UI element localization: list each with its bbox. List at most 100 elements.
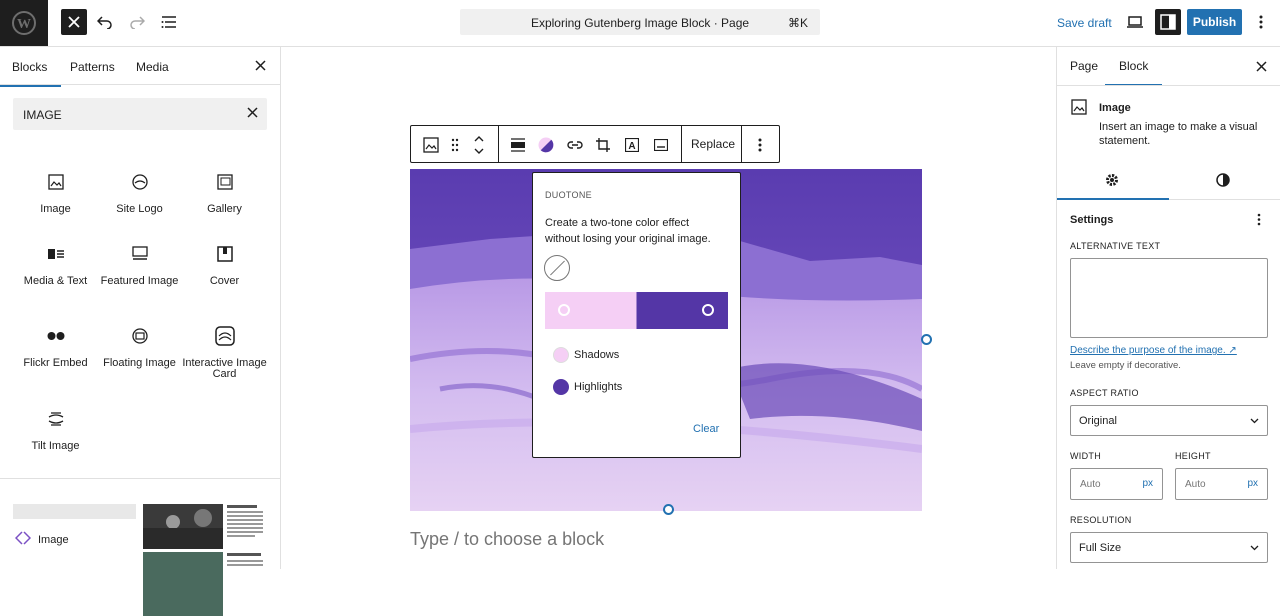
block-item-media-text[interactable]: Media & Text [13,242,98,287]
shadows-label[interactable]: Shadows [574,349,619,361]
block-item-image[interactable]: Image [13,170,98,215]
tab-page[interactable]: Page [1070,59,1098,73]
block-label: Cover [209,275,240,287]
close-icon[interactable] [255,59,266,74]
duotone-heading: DUOTONE [545,190,592,200]
block-appender-placeholder[interactable]: Type / to choose a block [410,529,604,550]
block-item-floating-image[interactable]: Floating Image [97,324,182,369]
resolution-label: RESOLUTION [1070,515,1132,525]
command-palette-button[interactable]: Exploring Gutenberg Image Block · Page ⌘… [460,9,820,35]
tab-media[interactable]: Media [136,60,169,74]
block-label: Featured Image [100,275,179,287]
alt-text-help-link[interactable]: Describe the purpose of the image. ↗ [1070,345,1237,356]
options-more-icon[interactable] [1248,9,1274,35]
styles-icon[interactable] [1216,173,1230,190]
more-options-icon[interactable] [750,135,770,155]
unset-duotone-button[interactable] [544,255,570,281]
pattern-category-label[interactable]: Image [38,534,69,546]
block-item-gallery[interactable]: Gallery [182,170,267,215]
svg-text:A: A [628,141,635,152]
close-inserter-icon[interactable] [61,9,87,35]
editor-canvas: A Replace DUOTONE Create a two-tone colo… [281,47,1056,569]
search-value: IMAGE [23,108,62,122]
media-text-icon [13,242,98,266]
width-input[interactable]: Auto px [1070,468,1163,500]
tab-block[interactable]: Block [1104,59,1163,86]
save-draft-button[interactable]: Save draft [1057,16,1112,30]
block-item-cover[interactable]: Cover [182,242,267,287]
crop-icon[interactable] [593,135,613,155]
shadow-stop-handle[interactable] [558,304,570,316]
tab-blocks[interactable]: Blocks [0,60,62,87]
pattern-preview-thumbnail[interactable] [143,504,267,616]
align-icon[interactable] [508,135,528,155]
block-label: Media & Text [23,275,88,287]
block-item-featured-image[interactable]: Featured Image [97,242,182,287]
alt-text-hint: Leave empty if decorative. [1070,360,1181,371]
width-unit[interactable]: px [1142,478,1153,489]
highlight-stop-handle[interactable] [702,304,714,316]
clear-search-icon[interactable] [247,106,258,121]
site-logo-icon [97,170,182,194]
shortcut-hint: ⌘K [787,16,808,30]
clear-button[interactable]: Clear [693,423,719,435]
floating-image-icon [97,324,182,348]
svg-text:W: W [17,17,31,32]
gallery-icon [182,170,267,194]
resolution-value: Full Size [1079,542,1122,554]
chevron-down-icon [1250,542,1259,554]
publish-button[interactable]: Publish [1187,9,1242,35]
close-icon[interactable] [1256,60,1267,75]
highlights-swatch[interactable] [553,379,569,395]
resize-handle-bottom[interactable] [663,504,674,515]
wordpress-logo-icon[interactable]: W [0,0,48,46]
caption-icon[interactable] [651,135,671,155]
image-icon[interactable] [421,135,441,155]
aspect-ratio-value: Original [1079,415,1117,427]
block-label: Flickr Embed [23,357,88,369]
block-label: Gallery [207,203,242,215]
redo-icon[interactable] [124,9,150,35]
toolbar-separator [741,126,742,162]
resize-handle-right[interactable] [921,334,932,345]
featured-image-icon [97,242,182,266]
block-toolbar: A Replace [410,125,780,163]
undo-icon[interactable] [92,9,118,35]
block-card-description: Insert an image to make a visual stateme… [1099,121,1258,147]
preview-icon[interactable] [1122,9,1148,35]
settings-toggle-icon[interactable] [1155,9,1181,35]
aspect-ratio-select[interactable]: Original [1070,405,1268,436]
alt-text-textarea[interactable] [1070,258,1268,338]
replace-button[interactable]: Replace [691,137,735,151]
height-input[interactable]: Auto px [1175,468,1268,500]
block-label: Interactive Image Card [182,357,267,380]
move-up-down-icon[interactable] [469,135,489,155]
block-label: Tilt Image [31,440,80,452]
block-item-site-logo[interactable]: Site Logo [97,170,182,215]
settings-heading[interactable]: Settings [1070,214,1113,226]
drag-handle-icon[interactable] [445,135,465,155]
flickr-icon [13,324,98,348]
block-item-tilt-image[interactable]: Tilt Image [13,407,98,452]
more-options-icon[interactable] [1257,213,1261,229]
block-card-title: Image [1099,102,1131,114]
shadows-swatch[interactable] [553,347,569,363]
duotone-gradient-picker[interactable] [545,292,728,329]
tab-patterns[interactable]: Patterns [70,60,115,74]
block-item-flickr-embed[interactable]: Flickr Embed [13,324,98,369]
height-label: HEIGHT [1175,451,1211,461]
block-label: Site Logo [116,203,163,215]
duotone-icon[interactable] [536,135,556,155]
block-label: Floating Image [103,357,176,369]
block-item-interactive-image-card[interactable]: Interactive Image Card [182,324,267,380]
gear-icon[interactable] [1105,173,1119,190]
block-search-input[interactable]: IMAGE [13,98,267,130]
resolution-select[interactable]: Full Size [1070,532,1268,563]
height-unit[interactable]: px [1247,478,1258,489]
document-overview-icon[interactable] [156,9,182,35]
link-icon[interactable] [565,135,585,155]
divider [1057,85,1280,86]
highlights-label[interactable]: Highlights [574,381,622,393]
chevron-down-icon [1250,415,1259,427]
text-overlay-icon[interactable]: A [622,135,642,155]
